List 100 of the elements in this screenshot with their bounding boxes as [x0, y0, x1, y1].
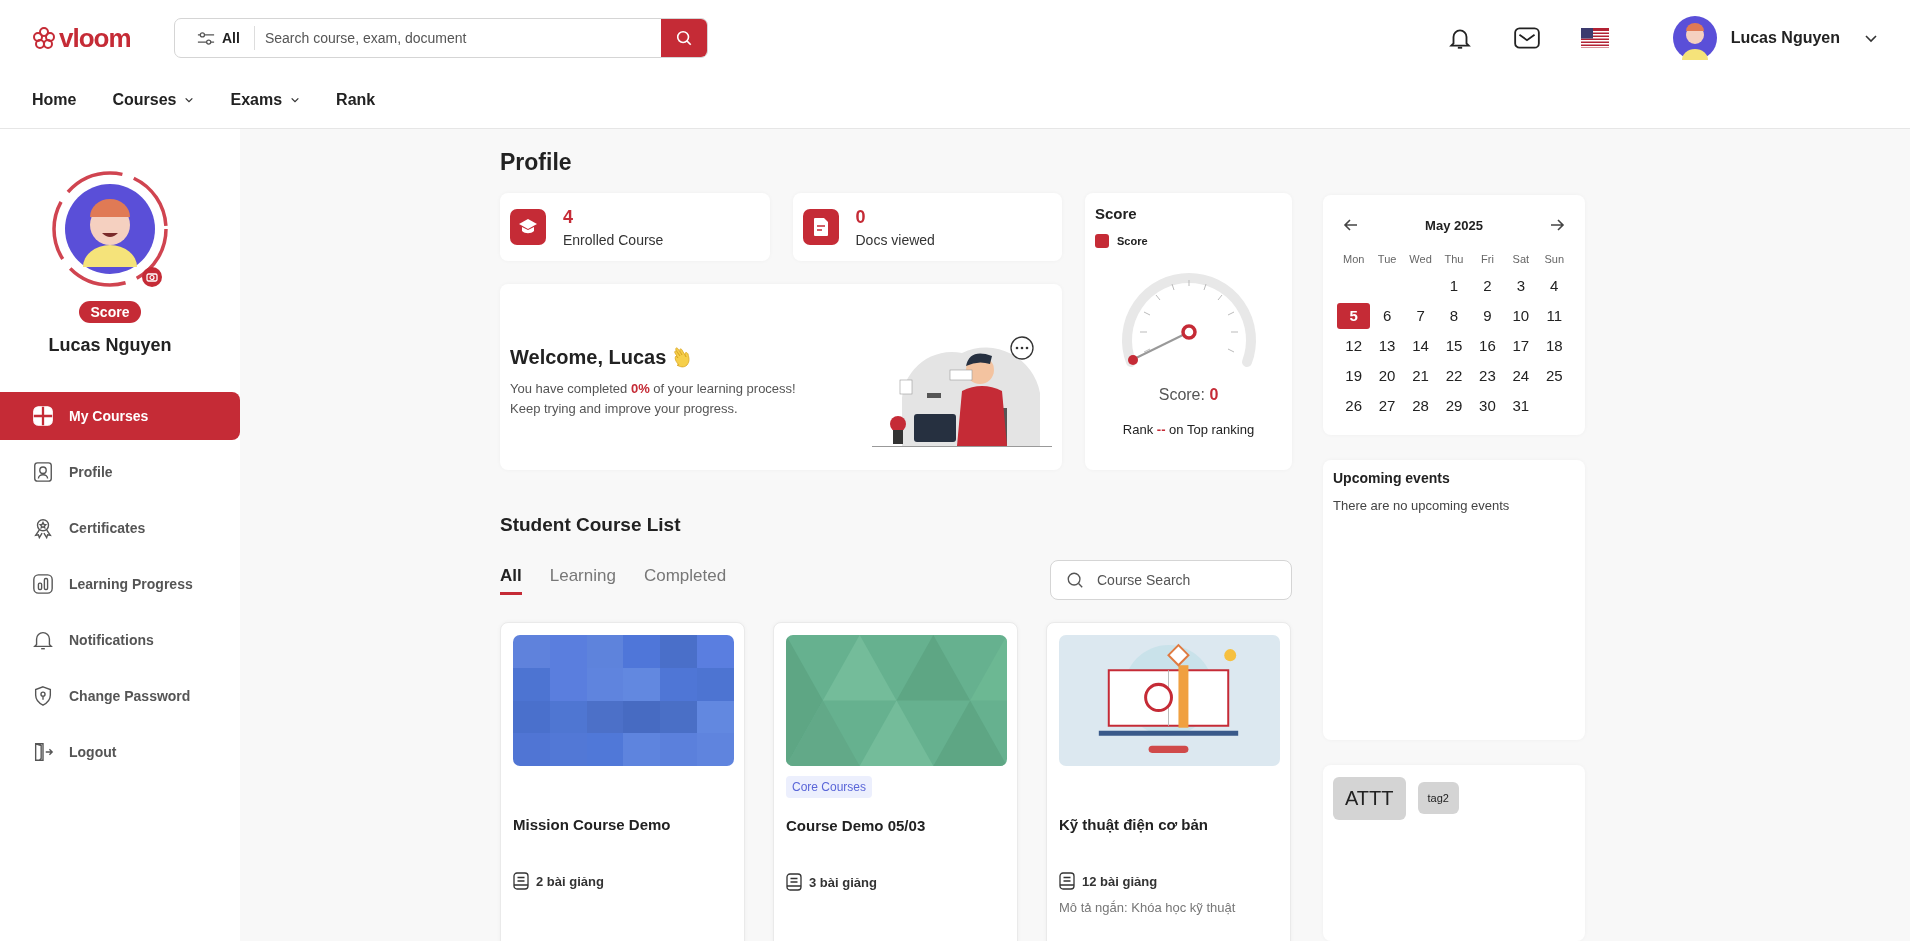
profile-name: Lucas Nguyen — [48, 335, 172, 356]
course-card[interactable]: Core Courses Course Demo 05/03 3 bài giảng — [773, 622, 1018, 941]
tab[interactable]: All — [500, 565, 522, 595]
shield-icon — [32, 685, 54, 707]
lesson-count: 12 bài giảng — [1082, 873, 1158, 889]
welcome-message: You have completed 0% of your learning process! Keep trying and improve your progress. — [510, 380, 796, 418]
legend-label: Score — [1117, 235, 1148, 247]
course-search-field[interactable]: Course Search — [1050, 560, 1292, 600]
book-icon — [513, 872, 529, 890]
flag-icon[interactable] — [1580, 28, 1609, 48]
nav-link[interactable]: Home — [32, 91, 77, 109]
search-button[interactable] — [661, 19, 707, 57]
logo-text[interactable]: vloom — [59, 22, 131, 54]
sliders-icon — [197, 30, 215, 46]
weekday-label: Sat — [1511, 253, 1531, 267]
tag-chip[interactable]: tag2 — [1417, 782, 1459, 814]
calendar-day[interactable]: 28 — [1403, 393, 1438, 419]
filter-button[interactable]: All — [175, 26, 255, 50]
calendar-month: May 2025 — [1425, 217, 1483, 233]
calendar-day[interactable]: 10 — [1504, 303, 1538, 329]
bar-chart-icon — [32, 573, 54, 595]
tab[interactable]: Learning — [549, 565, 616, 595]
course-title: Kỹ thuật điện cơ bản — [1059, 816, 1209, 835]
calendar-day[interactable]: 30 — [1470, 393, 1505, 419]
sidebar-item[interactable]: Change Password — [0, 672, 240, 720]
nav-link[interactable]: Courses — [112, 91, 195, 109]
course-card[interactable]: Kỹ thuật điện cơ bản 12 bài giảng Mô tả ngắn: Khóa học kỹ thuật — [1046, 622, 1291, 941]
search-field[interactable]: All Search course, exam, document — [174, 18, 708, 58]
sidebar-item[interactable]: Certificates — [0, 504, 240, 552]
category-tag: Core Courses — [786, 776, 873, 798]
lesson-count: 2 bài giảng — [536, 873, 604, 889]
calendar-day[interactable]: 3 — [1504, 273, 1538, 299]
calendar-day[interactable]: 2 — [1470, 273, 1505, 299]
graduation-cap-icon — [510, 209, 546, 245]
calendar-day[interactable]: 9 — [1470, 303, 1505, 329]
sidebar-item[interactable]: My Courses — [0, 392, 240, 440]
arrow-right-icon[interactable] — [1549, 217, 1565, 233]
rank-text: Rank -- on Top ranking — [1122, 422, 1255, 437]
calendar-day[interactable]: 8 — [1437, 303, 1471, 329]
calendar-day[interactable]: 5 — [1337, 303, 1371, 329]
calendar-day[interactable]: 19 — [1337, 363, 1371, 389]
user-card-icon — [32, 461, 54, 483]
stat-label: Enrolled Course — [563, 231, 664, 248]
camera-icon[interactable] — [142, 267, 162, 287]
calendar-day[interactable]: 11 — [1537, 303, 1571, 329]
sidebar-item[interactable]: Logout — [0, 728, 240, 776]
calendar-day[interactable]: 16 — [1470, 333, 1505, 359]
calendar-day[interactable]: 14 — [1403, 333, 1438, 359]
sidebar-item[interactable]: Learning Progress — [0, 560, 240, 608]
calendar-day[interactable]: 20 — [1370, 363, 1404, 389]
empty-message: There are no upcoming events — [1333, 498, 1511, 513]
calendar-day[interactable]: 17 — [1504, 333, 1538, 359]
weekday-label: Wed — [1408, 253, 1433, 267]
calendar-day[interactable]: 31 — [1504, 393, 1538, 419]
weekday-label: Fri — [1480, 253, 1495, 267]
course-title: Course Demo 05/03 — [786, 817, 927, 836]
flower-logo-icon — [32, 26, 56, 50]
sidebar-item[interactable]: Notifications — [0, 616, 240, 664]
calendar-day[interactable]: 29 — [1437, 393, 1471, 419]
page-title: Profile — [500, 148, 573, 177]
weekday-label: Thu — [1443, 253, 1465, 267]
course-title: Mission Course Demo — [513, 816, 672, 835]
calendar-day[interactable]: 4 — [1537, 273, 1571, 299]
score-badge: Score — [78, 301, 142, 323]
stat-value: 0 — [855, 206, 867, 228]
calendar-day[interactable]: 21 — [1403, 363, 1438, 389]
legend-swatch — [1095, 234, 1109, 248]
nav-link[interactable]: Exams — [230, 91, 301, 109]
arrow-left-icon[interactable] — [1343, 217, 1359, 233]
mail-icon[interactable] — [1512, 25, 1541, 51]
welcome-title: Welcome, Lucas — [510, 345, 667, 369]
sidebar-item[interactable]: Profile — [0, 448, 240, 496]
calendar-day[interactable]: 27 — [1370, 393, 1404, 419]
score-value: Score: 0 — [1158, 386, 1219, 404]
calendar-day[interactable]: 1 — [1437, 273, 1471, 299]
events-title: Upcoming events — [1333, 470, 1451, 486]
calendar-day[interactable]: 7 — [1403, 303, 1438, 329]
calendar-day[interactable]: 25 — [1537, 363, 1571, 389]
calendar-day[interactable]: 15 — [1437, 333, 1471, 359]
calendar-day[interactable]: 24 — [1504, 363, 1538, 389]
course-card[interactable]: Mission Course Demo 2 bài giảng — [500, 622, 745, 941]
lesson-count: 3 bài giảng — [809, 874, 877, 890]
user-name[interactable]: Lucas Nguyen — [1730, 29, 1840, 47]
calendar-day[interactable]: 22 — [1437, 363, 1471, 389]
tab[interactable]: Completed — [643, 565, 727, 595]
avatar-icon[interactable] — [1672, 16, 1717, 60]
tag-chip[interactable]: ATTT — [1333, 777, 1406, 820]
profile-avatar-icon — [50, 169, 170, 289]
book-icon — [786, 873, 802, 891]
score-title: Score — [1095, 205, 1137, 222]
calendar-day[interactable]: 18 — [1537, 333, 1571, 359]
nav-link[interactable]: Rank — [336, 91, 376, 109]
book-icon — [1059, 872, 1075, 890]
calendar-day[interactable]: 23 — [1470, 363, 1505, 389]
grid-icon — [32, 405, 54, 427]
calendar-day[interactable]: 13 — [1370, 333, 1404, 359]
calendar-day[interactable]: 26 — [1337, 393, 1371, 419]
course-description: Mô tả ngắn: Khóa học kỹ thuật — [1059, 900, 1237, 915]
calendar-day[interactable]: 6 — [1370, 303, 1404, 329]
calendar-day[interactable]: 12 — [1337, 333, 1371, 359]
